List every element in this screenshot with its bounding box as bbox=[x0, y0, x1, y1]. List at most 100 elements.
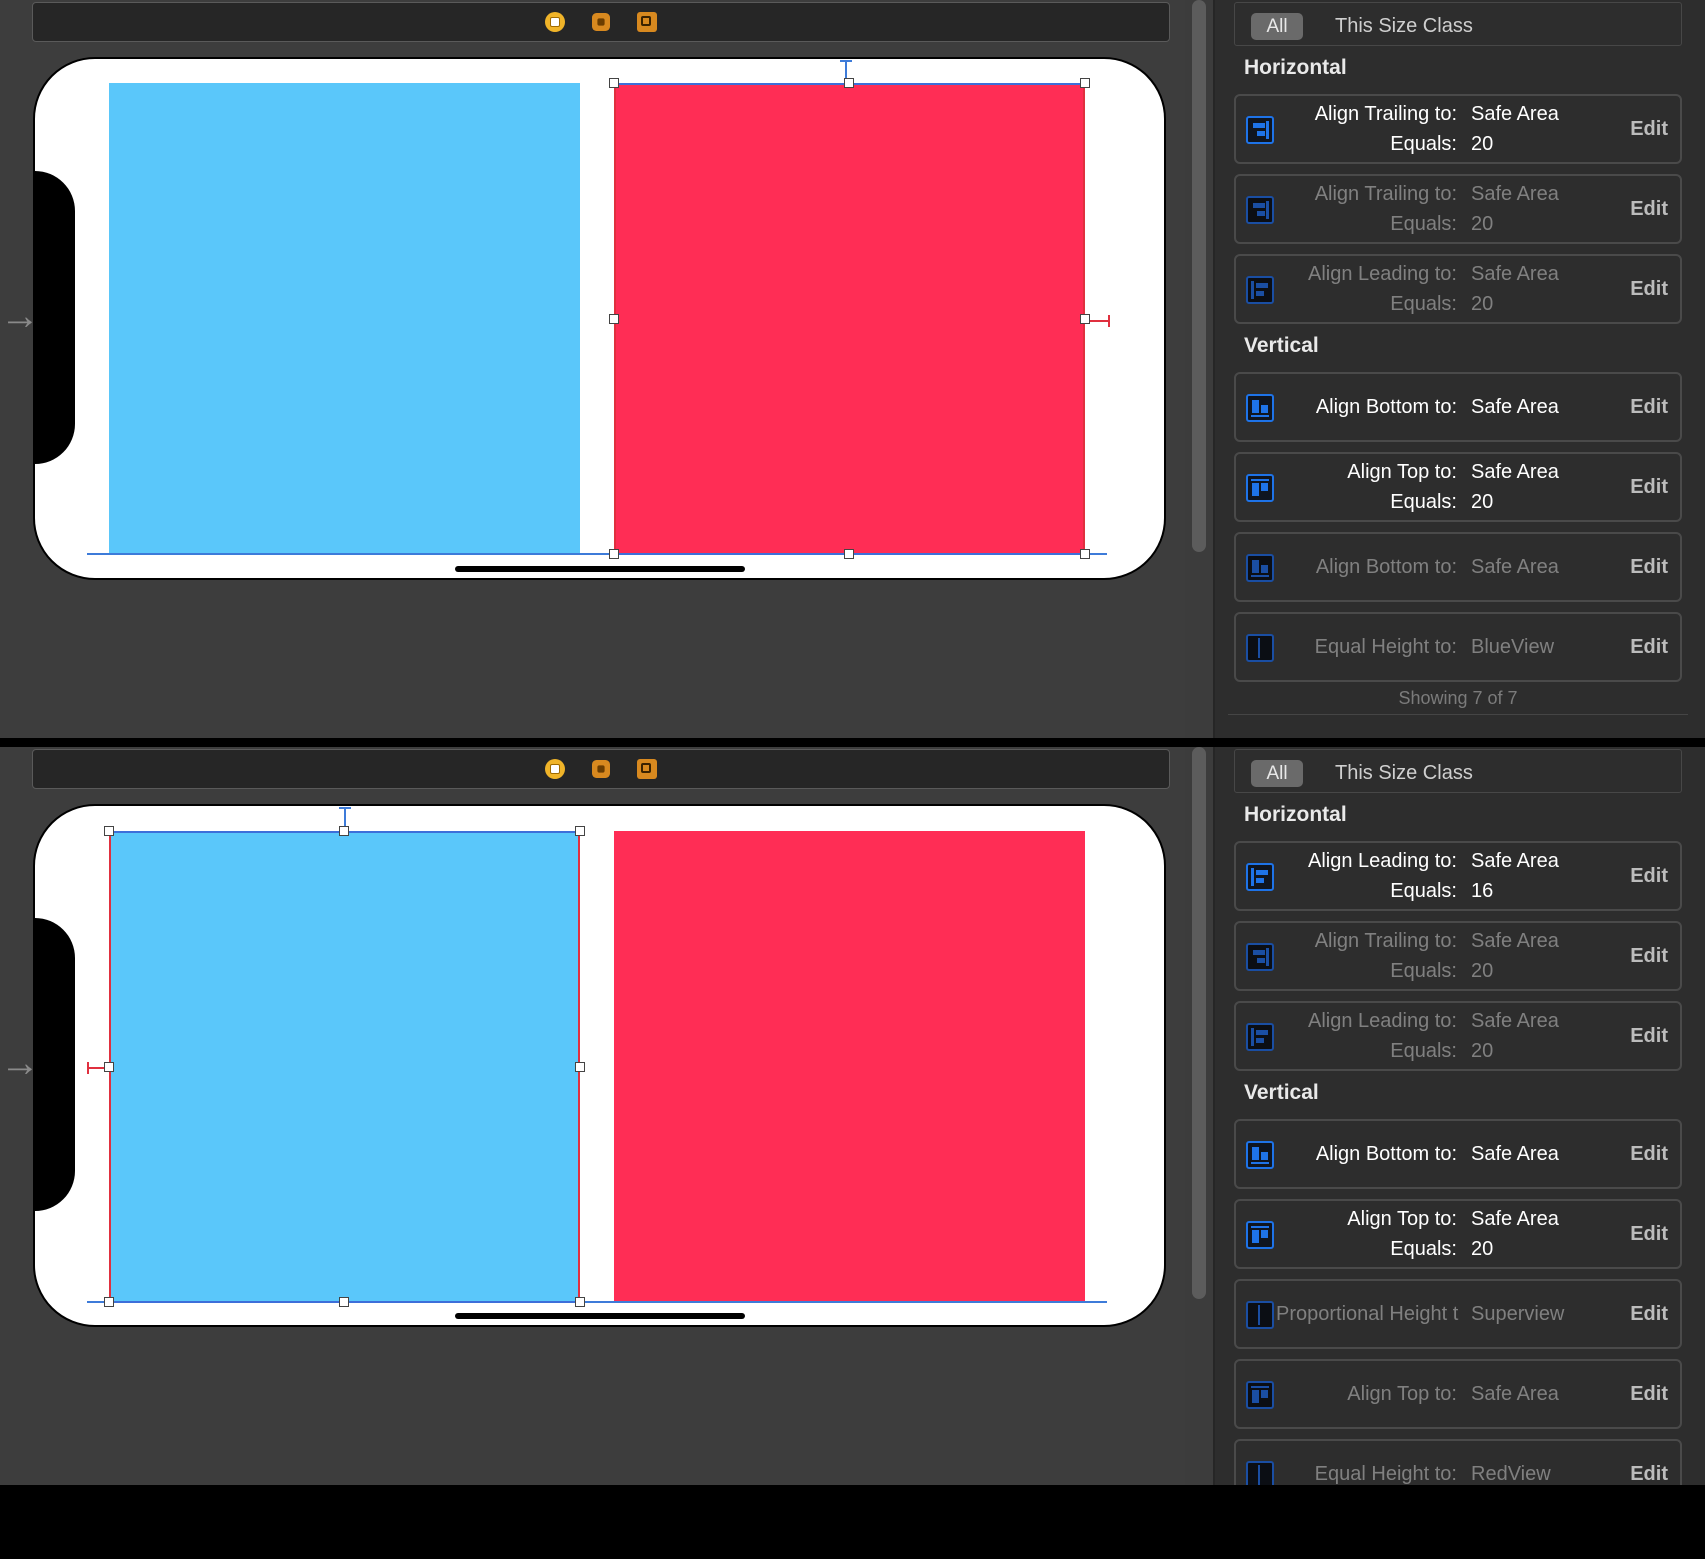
constraint-equals-label: Equals: bbox=[1390, 491, 1457, 513]
resize-handle[interactable] bbox=[609, 314, 619, 324]
constraint-equals-label: Equals: bbox=[1390, 880, 1457, 902]
resize-handle[interactable] bbox=[609, 78, 619, 88]
resize-handle[interactable] bbox=[339, 826, 349, 836]
constraint-target: Safe Area bbox=[1471, 1010, 1559, 1032]
constraint-item[interactable]: Align Bottom to: Safe Area Edit bbox=[1234, 532, 1682, 602]
constraint-equals-label: Equals: bbox=[1390, 293, 1457, 315]
canvas-scrollbar[interactable] bbox=[1192, 747, 1206, 1299]
segment-all[interactable]: All bbox=[1251, 760, 1303, 787]
resize-handle[interactable] bbox=[1080, 78, 1090, 88]
equal-height-icon bbox=[1246, 1461, 1274, 1485]
edit-button[interactable]: Edit bbox=[1630, 1281, 1668, 1347]
storyboard-canvas[interactable]: → bbox=[0, 747, 1206, 1485]
segment-this-size-class[interactable]: This Size Class bbox=[1335, 760, 1473, 787]
resize-handle[interactable] bbox=[1080, 314, 1090, 324]
constraint-item[interactable]: Align Trailing to: Safe Area Equals: 20 Ed… bbox=[1234, 921, 1682, 991]
equal-height-icon bbox=[1246, 1301, 1274, 1329]
edit-button[interactable]: Edit bbox=[1630, 1121, 1668, 1187]
section-horizontal: Horizontal bbox=[1244, 803, 1347, 826]
exit-icon[interactable] bbox=[637, 759, 657, 779]
edit-button[interactable]: Edit bbox=[1630, 1441, 1668, 1485]
resize-handle[interactable] bbox=[104, 826, 114, 836]
constraint-item[interactable]: Align Top to: Safe Area Equals: 20 Edit bbox=[1234, 452, 1682, 522]
constraints-count: Showing 7 of 7 bbox=[1398, 688, 1518, 708]
first-responder-icon[interactable] bbox=[592, 13, 610, 31]
red-view[interactable] bbox=[614, 831, 1085, 1302]
edit-button[interactable]: Edit bbox=[1630, 1361, 1668, 1427]
exit-icon[interactable] bbox=[637, 12, 657, 32]
constraint-target: Safe Area bbox=[1471, 103, 1559, 125]
edit-button[interactable]: Edit bbox=[1630, 534, 1668, 600]
constraint-item[interactable]: Align Leading to: Safe Area Equals: 16 Edi… bbox=[1234, 841, 1682, 911]
resize-handle[interactable] bbox=[339, 1297, 349, 1307]
resize-handle[interactable] bbox=[104, 1297, 114, 1307]
edit-button[interactable]: Edit bbox=[1630, 374, 1668, 440]
constraint-label: Align Top to: bbox=[1347, 461, 1457, 483]
constraint-target: Safe Area bbox=[1471, 183, 1559, 205]
red-view[interactable] bbox=[614, 83, 1085, 554]
constraint-label: Align Trailing to: bbox=[1314, 183, 1457, 205]
constraint-label: Align Top to: bbox=[1347, 1383, 1457, 1405]
constraint-equals-label: Equals: bbox=[1390, 960, 1457, 982]
blue-view[interactable] bbox=[109, 83, 580, 554]
size-class-segmented-control: All This Size Class bbox=[1234, 749, 1682, 793]
constraint-constant: 20 bbox=[1471, 293, 1494, 315]
constraint-item[interactable]: Align Trailing to: Safe Area Equals: 20 Ed… bbox=[1234, 94, 1682, 164]
align-bottom-icon bbox=[1246, 554, 1274, 582]
edit-button[interactable]: Edit bbox=[1630, 843, 1668, 909]
trailing-constraint-cap bbox=[1108, 315, 1110, 327]
resize-handle[interactable] bbox=[609, 549, 619, 559]
resize-handle[interactable] bbox=[575, 1062, 585, 1072]
constraint-item[interactable]: Proportional Height t Superview Edit bbox=[1234, 1279, 1682, 1349]
align-trailing-icon bbox=[1246, 116, 1274, 144]
section-horizontal: Horizontal bbox=[1244, 56, 1347, 79]
edit-button[interactable]: Edit bbox=[1630, 614, 1668, 680]
constraint-constant: 16 bbox=[1471, 880, 1494, 902]
resize-handle[interactable] bbox=[104, 1062, 114, 1072]
align-top-icon bbox=[1246, 1221, 1274, 1249]
first-responder-icon[interactable] bbox=[592, 760, 610, 778]
constraint-target: Safe Area bbox=[1471, 263, 1559, 285]
constraint-constant: 20 bbox=[1471, 1238, 1494, 1260]
constraint-constant: 20 bbox=[1471, 1040, 1494, 1062]
constraint-item[interactable]: Align Bottom to: Safe Area Edit bbox=[1234, 372, 1682, 442]
edit-button[interactable]: Edit bbox=[1630, 1003, 1668, 1069]
resize-handle[interactable] bbox=[575, 1297, 585, 1307]
equal-height-icon bbox=[1246, 634, 1274, 662]
constraint-item[interactable]: Align Top to: Safe Area Equals: 20 Edit bbox=[1234, 1199, 1682, 1269]
resize-handle[interactable] bbox=[1080, 549, 1090, 559]
constraint-label: Align Trailing to: bbox=[1314, 930, 1457, 952]
segment-all[interactable]: All bbox=[1251, 13, 1303, 40]
blue-view[interactable] bbox=[109, 831, 580, 1302]
resize-handle[interactable] bbox=[844, 549, 854, 559]
storyboard-canvas[interactable]: → bbox=[0, 0, 1206, 738]
constraint-item[interactable]: Align Top to: Safe Area Edit bbox=[1234, 1359, 1682, 1429]
constraint-target: Safe Area bbox=[1471, 556, 1559, 578]
resize-handle[interactable] bbox=[575, 826, 585, 836]
section-vertical: Vertical bbox=[1244, 334, 1319, 357]
segment-this-size-class[interactable]: This Size Class bbox=[1335, 13, 1473, 40]
align-bottom-icon bbox=[1246, 1141, 1274, 1169]
constraint-item[interactable]: Align Trailing to: Safe Area Equals: 20 Ed… bbox=[1234, 174, 1682, 244]
constraint-item[interactable]: Equal Height to: RedView Edit bbox=[1234, 1439, 1682, 1485]
constraint-item[interactable]: Align Leading to: Safe Area Equals: 20 Edi… bbox=[1234, 254, 1682, 324]
view-controller-icon[interactable] bbox=[545, 759, 565, 779]
home-indicator bbox=[455, 566, 745, 572]
constraint-label: Align Leading to: bbox=[1307, 1010, 1457, 1032]
edit-button[interactable]: Edit bbox=[1630, 256, 1668, 322]
constraint-item[interactable]: Align Bottom to: Safe Area Edit bbox=[1234, 1119, 1682, 1189]
constraint-label: Equal Height to: bbox=[1314, 636, 1457, 658]
view-controller-icon[interactable] bbox=[545, 12, 565, 32]
resize-handle[interactable] bbox=[844, 78, 854, 88]
leading-constraint-cap bbox=[87, 1062, 89, 1074]
edit-button[interactable]: Edit bbox=[1630, 176, 1668, 242]
edit-button[interactable]: Edit bbox=[1630, 96, 1668, 162]
constraint-item[interactable]: Align Leading to: Safe Area Equals: 20 Edi… bbox=[1234, 1001, 1682, 1071]
constraint-item[interactable]: Equal Height to: BlueView Edit bbox=[1234, 612, 1682, 682]
canvas-scrollbar[interactable] bbox=[1192, 0, 1206, 552]
constraint-target: Superview bbox=[1471, 1303, 1565, 1325]
edit-button[interactable]: Edit bbox=[1630, 1201, 1668, 1267]
edit-button[interactable]: Edit bbox=[1630, 454, 1668, 520]
constraint-label: Align Bottom to: bbox=[1315, 1143, 1457, 1165]
edit-button[interactable]: Edit bbox=[1630, 923, 1668, 989]
